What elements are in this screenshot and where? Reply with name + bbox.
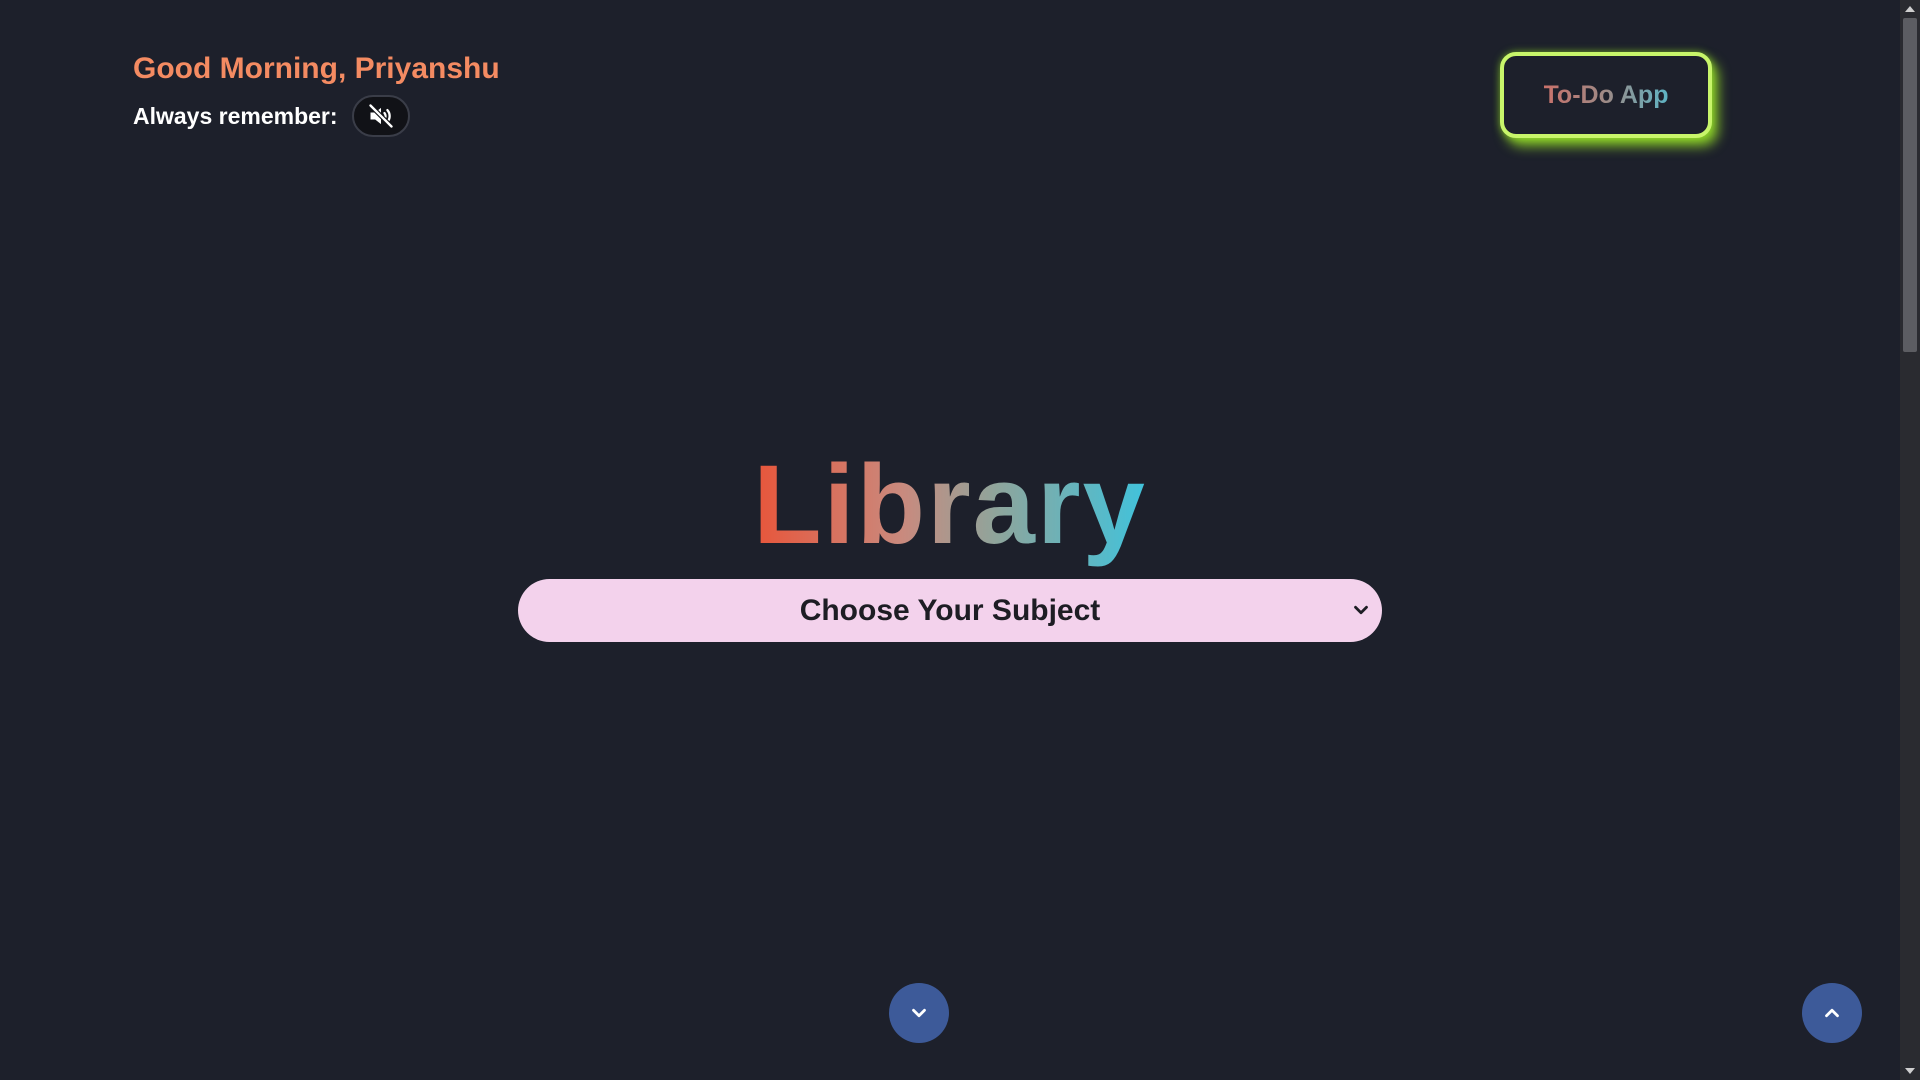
speaker-muted-icon xyxy=(368,103,393,129)
chevron-down-icon xyxy=(912,1008,926,1018)
scrollbar-thumb[interactable] xyxy=(1903,18,1917,352)
triangle-down-icon xyxy=(1905,1068,1915,1074)
subject-select-value: Choose Your Subject xyxy=(799,593,1101,627)
todo-app-button[interactable]: To-Do App xyxy=(1500,52,1712,138)
greeting-text: Good Morning, Priyanshu xyxy=(133,52,500,85)
scroll-down-button[interactable] xyxy=(889,983,949,1043)
scroll-to-top-button[interactable] xyxy=(1802,983,1862,1043)
mute-toggle-button[interactable] xyxy=(351,95,410,137)
scrollbar-down-arrow[interactable] xyxy=(1900,1062,1920,1080)
remember-row: Always remember: xyxy=(133,94,410,138)
page: Good Morning, Priyanshu Always remember:… xyxy=(0,0,1920,1080)
triangle-up-icon xyxy=(1905,6,1915,12)
scrollbar-up-arrow[interactable] xyxy=(1900,0,1920,18)
todo-app-label: To-Do App xyxy=(1543,80,1669,109)
chevron-down-icon xyxy=(1354,605,1368,615)
subject-select[interactable]: Choose Your Subject xyxy=(518,579,1382,642)
page-title-text: Library xyxy=(753,442,1147,567)
page-title: Library xyxy=(0,440,1900,570)
chevron-up-icon xyxy=(1825,1008,1839,1018)
remember-label: Always remember: xyxy=(133,102,338,129)
vertical-scrollbar[interactable] xyxy=(1900,0,1920,1080)
